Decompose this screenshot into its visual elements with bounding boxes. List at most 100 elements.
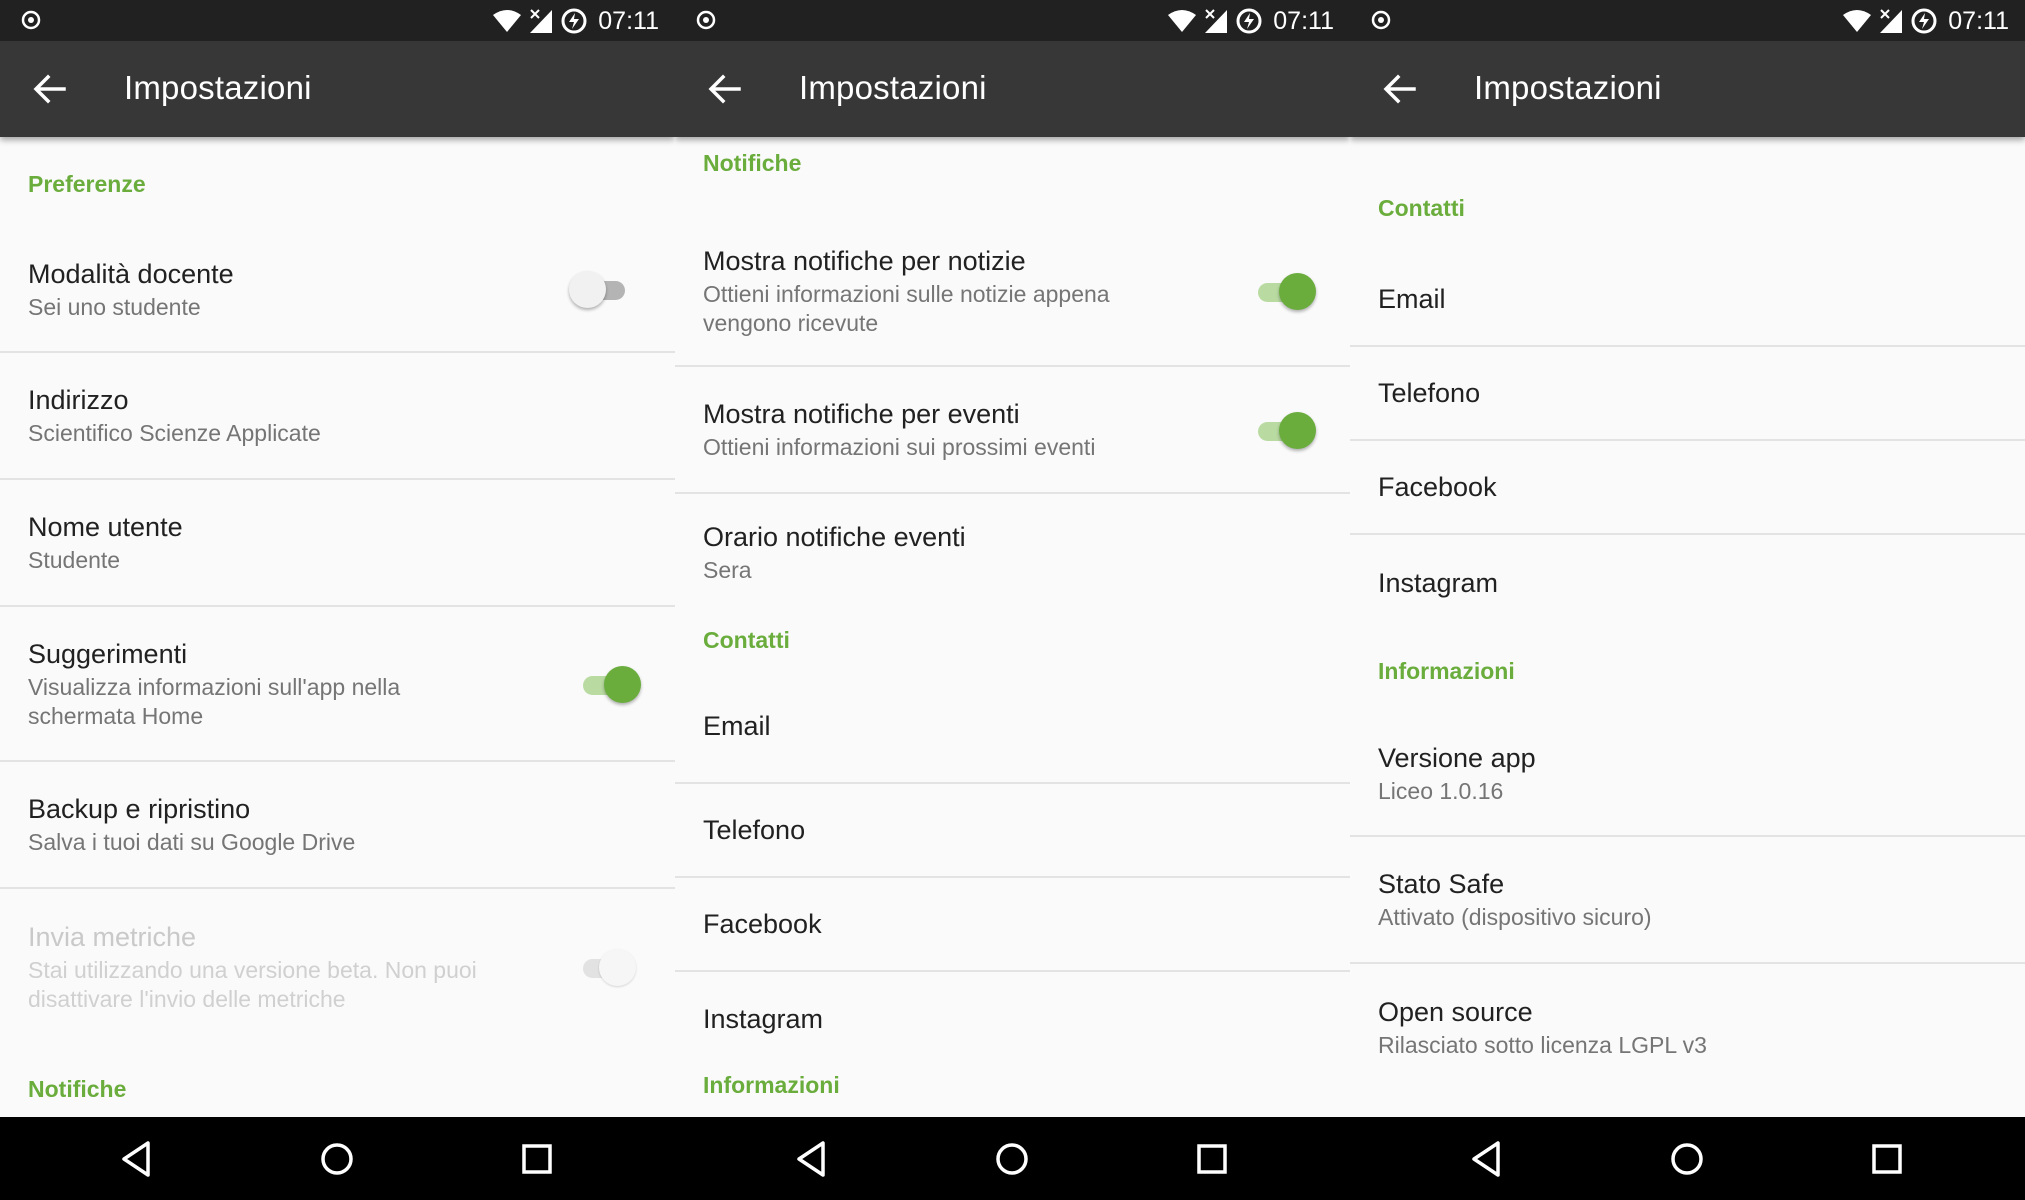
pref-facebook[interactable]: Facebook (675, 878, 1350, 972)
wifi-icon (1843, 10, 1872, 32)
pref-summary-line1: Ottieni informazioni sulle notizie appen… (703, 281, 1110, 307)
wifi-icon (493, 10, 522, 32)
pref-email[interactable]: Email (1350, 253, 2025, 347)
home-circle-icon[interactable] (990, 1137, 1034, 1181)
circle-dot-icon (21, 10, 41, 30)
pref-title: Telefono (1378, 378, 1481, 408)
page-title: Impostazioni (1474, 69, 1662, 106)
switch-thumb (604, 665, 641, 703)
pref-summary: Studente (28, 547, 121, 573)
status-icons: 07:11 (1167, 4, 1334, 38)
pref-summary-line1: Stai utilizzando una versione beta. Non … (28, 956, 477, 983)
pref-orario-notifiche[interactable]: Orario notifiche eventi Sera (675, 494, 1350, 610)
recents-square-icon[interactable] (1865, 1137, 1909, 1181)
settings-list[interactable]: Preferenze Modalità docente Sei uno stud… (0, 137, 675, 1117)
back-triangle-icon[interactable] (1466, 1137, 1510, 1181)
settings-list[interactable]: Notifiche Mostra notifiche per notizie O… (675, 137, 1350, 1117)
circle-dot-icon (1371, 10, 1391, 30)
status-bar: 07:11 (675, 0, 1350, 41)
pref-title: Instagram (703, 1004, 824, 1034)
pref-instagram[interactable]: Instagram (675, 972, 1350, 1066)
back-arrow-icon[interactable] (28, 67, 72, 111)
pref-telefono[interactable]: Telefono (1350, 347, 2025, 441)
toolbar: Impostazioni (0, 41, 675, 137)
pref-summary-line2: vengono ricevute (703, 310, 879, 336)
pref-versione-app[interactable]: Versione app Liceo 1.0.16 (1350, 711, 2025, 837)
pref-summary: Stai utilizzando una versione beta. Non … (28, 956, 548, 1014)
signal-icon (1204, 8, 1228, 33)
pref-summary: Attivato (dispositivo sicuro) (1378, 904, 1652, 930)
pref-title: Versione app (1378, 742, 1536, 773)
back-arrow-icon[interactable] (1378, 67, 1422, 111)
pref-modalita-docente[interactable]: Modalità docente Sei uno studente (0, 227, 675, 353)
screen-2: 07:11 Impostazioni Notifiche Mostra noti… (675, 0, 1350, 1200)
switch-thumb (599, 948, 636, 986)
clock: 07:11 (598, 6, 659, 35)
status-icons: 07:11 (492, 4, 659, 38)
pref-nome-utente[interactable]: Nome utente Studente (0, 480, 675, 607)
pref-backup[interactable]: Backup e ripristino Salva i tuoi dati su… (0, 762, 675, 889)
pref-indirizzo[interactable]: Indirizzo Scientifico Scienze Applicate (0, 353, 675, 480)
navigation-bar (0, 1117, 675, 1200)
pref-invia-metriche: Invia metriche Stai utilizzando una vers… (0, 889, 675, 1044)
pref-summary: Scientifico Scienze Applicate (28, 420, 321, 446)
partial-summary-sera: Sera (1350, 137, 2025, 163)
pref-suggerimenti[interactable]: Suggerimenti Visualizza informazioni sul… (0, 607, 675, 762)
pref-title: Facebook (1378, 472, 1497, 502)
pref-title: Facebook (703, 909, 822, 939)
screen-1: 07:11 Impostazioni Preferenze Modalità d… (0, 0, 675, 1200)
back-arrow-icon[interactable] (703, 67, 747, 111)
toggle-suggerimenti[interactable] (579, 664, 641, 704)
pref-summary: Rilasciato sotto licenza LGPL v3 (1378, 1032, 1707, 1058)
circle-dot-icon (696, 10, 716, 30)
home-circle-icon[interactable] (1665, 1137, 1709, 1181)
pref-summary-line2: disattivare l'invio delle metriche (28, 985, 346, 1012)
pref-facebook[interactable]: Facebook (1350, 441, 2025, 535)
navigation-bar (675, 1117, 1350, 1200)
recents-square-icon[interactable] (1190, 1137, 1234, 1181)
toggle-notifiche-notizie[interactable] (1254, 271, 1316, 311)
pref-title: Backup e ripristino (28, 794, 251, 824)
page-title: Impostazioni (799, 69, 987, 106)
pref-instagram[interactable]: Instagram (1350, 535, 2025, 631)
pref-summary: Ottieni informazioni sui prossimi eventi (703, 434, 1096, 460)
pref-title: Indirizzo (28, 385, 129, 415)
pref-stato-safe[interactable]: Stato Safe Attivato (dispositivo sicuro) (1350, 837, 2025, 964)
pref-title: Email (703, 711, 771, 741)
pref-title: Telefono (703, 815, 806, 845)
screen-3: 07:11 Impostazioni Sera Contatti Email T… (1350, 0, 2025, 1200)
pref-title: Open source (1378, 997, 1533, 1027)
toggle-notifiche-eventi[interactable] (1254, 410, 1316, 450)
clock: 07:11 (1273, 6, 1334, 35)
back-triangle-icon[interactable] (116, 1137, 160, 1181)
pref-telefono[interactable]: Telefono (675, 784, 1350, 878)
navigation-bar (1350, 1117, 2025, 1200)
home-circle-icon[interactable] (315, 1137, 359, 1181)
pref-summary: Liceo 1.0.16 (1378, 777, 1504, 804)
pref-notifiche-notizie[interactable]: Mostra notifiche per notizie Ottieni inf… (675, 217, 1350, 367)
pref-summary-line1: Visualizza informazioni sull'app nella (28, 673, 401, 700)
toggle-modalita-docente[interactable] (569, 269, 631, 309)
battery-charging-icon (1236, 8, 1262, 34)
clock: 07:11 (1948, 6, 2009, 35)
pref-title: Email (1378, 284, 1446, 314)
category-contatti: Contatti (1378, 194, 1465, 221)
settings-list[interactable]: Sera Contatti Email Telefono Facebook In… (1350, 137, 2025, 1117)
pref-notifiche-eventi[interactable]: Mostra notifiche per eventi Ottieni info… (675, 367, 1350, 494)
pref-title: Stato Safe (1378, 869, 1505, 899)
back-triangle-icon[interactable] (791, 1137, 835, 1181)
category-informazioni: Informazioni (703, 1072, 840, 1098)
pref-title: Invia metriche (28, 921, 197, 952)
pref-open-source[interactable]: Open source Rilasciato sotto licenza LGP… (1350, 964, 2025, 1091)
toolbar: Impostazioni (675, 41, 1350, 137)
status-icons: 07:11 (1842, 4, 2009, 38)
recents-square-icon[interactable] (515, 1137, 559, 1181)
category-preferenze: Preferenze (28, 170, 146, 197)
pref-summary: Salva i tuoi dati su Google Drive (28, 829, 356, 855)
pref-title: Nome utente (28, 512, 183, 542)
pref-summary: Visualizza informazioni sull'app nella sc… (28, 673, 548, 731)
switch-thumb (569, 271, 606, 308)
switch-thumb (1279, 411, 1316, 449)
category-notifiche: Notifiche (703, 149, 802, 176)
pref-email[interactable]: Email (675, 670, 1350, 784)
